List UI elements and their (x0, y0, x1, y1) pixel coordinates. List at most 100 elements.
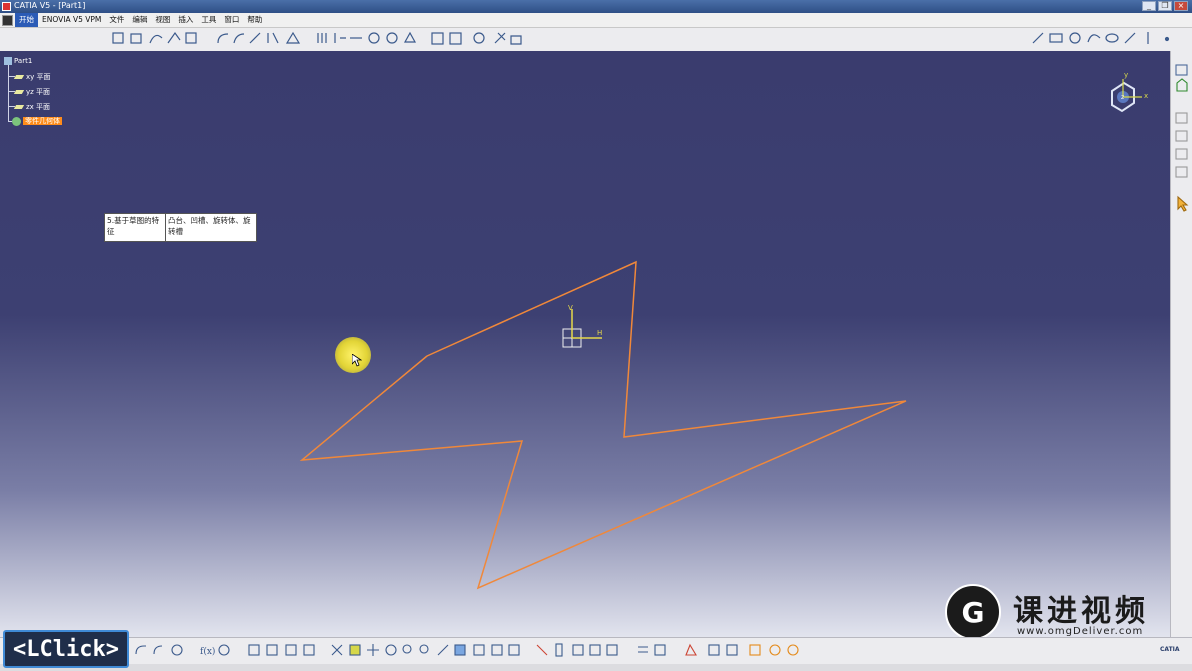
fix-icon[interactable] (334, 33, 346, 43)
help-icon[interactable] (171, 644, 183, 656)
measure-icon[interactable] (285, 644, 297, 656)
toolbar-icons (112, 31, 1170, 45)
grid-icon[interactable] (431, 32, 444, 45)
constraint-icon[interactable] (317, 33, 327, 43)
pad-icon[interactable] (1175, 112, 1188, 124)
search-icon[interactable] (589, 644, 601, 656)
pocket-icon[interactable] (1175, 130, 1188, 142)
v-axis-label: V (568, 304, 573, 312)
fit-all-icon[interactable] (349, 644, 361, 656)
rotate-view-icon[interactable] (385, 644, 397, 656)
options-icon[interactable] (769, 644, 781, 656)
select-arrow-icon[interactable] (1177, 195, 1189, 212)
compass-x-label: x (1144, 92, 1148, 100)
properties-icon[interactable] (572, 644, 584, 656)
fly-mode-icon[interactable] (331, 644, 343, 656)
formula-icon[interactable]: f(x) (200, 646, 215, 657)
sketch-solving-icon[interactable] (473, 32, 485, 44)
analysis-icon[interactable] (303, 644, 315, 656)
window-controls: _ ❐ × (1142, 1, 1188, 11)
comment-icon[interactable] (218, 644, 230, 656)
spline-tool-icon[interactable] (1087, 34, 1101, 43)
compass-y-label: y (1124, 71, 1128, 79)
sketch-icon[interactable] (1175, 64, 1188, 76)
shading-icon[interactable] (473, 644, 485, 656)
click-indicator-overlay: <LClick> (3, 630, 129, 668)
color-icon[interactable] (726, 644, 738, 656)
menu-start[interactable]: 开始 (15, 13, 38, 27)
catia-corner-logo: CATIA (1160, 646, 1180, 653)
h-axis-label: H (597, 329, 602, 337)
graphic-properties-icon[interactable] (708, 644, 720, 656)
sketch-axis: V H (562, 304, 602, 348)
close-button[interactable]: × (1174, 1, 1188, 11)
sketch-rect-icon[interactable] (1049, 33, 1063, 43)
sketch-profile[interactable] (299, 260, 907, 590)
menu-help[interactable]: 帮助 (243, 13, 266, 27)
inspect-icon[interactable] (606, 644, 618, 656)
catia-logo-icon (2, 14, 13, 26)
point-icon[interactable] (1164, 36, 1170, 42)
hide-show-icon[interactable] (491, 644, 503, 656)
circle-icon[interactable] (1069, 32, 1081, 44)
menu-insert[interactable]: 插入 (174, 13, 197, 27)
menu-edit[interactable]: 编辑 (128, 13, 151, 27)
menu-window[interactable]: 窗口 (220, 13, 243, 27)
apply-material-icon[interactable] (685, 643, 697, 656)
groove-icon[interactable] (1175, 166, 1188, 178)
ellipse-icon[interactable] (1105, 33, 1119, 43)
refresh-icon[interactable] (787, 644, 799, 656)
title-bar: CATIA V5 - [Part1] _ ❐ × (0, 0, 1192, 13)
pan-icon[interactable] (367, 644, 379, 656)
mouse-cursor-icon (352, 354, 362, 367)
menu-tools[interactable]: 工具 (197, 13, 220, 27)
redo-icon[interactable] (153, 645, 163, 655)
layer-icon[interactable] (638, 646, 648, 653)
undo-icon[interactable] (135, 645, 146, 655)
snap-grid-icon[interactable] (449, 32, 462, 45)
visualization-icon[interactable] (494, 32, 506, 44)
normal-view-icon[interactable] (437, 644, 449, 656)
catalog-icon[interactable] (266, 644, 278, 656)
lightning-icon[interactable] (749, 644, 761, 656)
corner-icon[interactable] (217, 33, 229, 44)
conic-icon[interactable] (167, 31, 181, 44)
swap-space-icon[interactable] (508, 644, 520, 656)
menu-bar: 开始 ENOVIA V5 VPM 文件 编辑 视图 插入 工具 窗口 帮助 (0, 13, 1192, 28)
brand-url: www.omgDeliver.com (1017, 626, 1144, 637)
spline-icon[interactable] (149, 34, 163, 44)
table-icon[interactable] (248, 644, 260, 656)
menu-enovia[interactable]: ENOVIA V5 VPM (38, 13, 105, 27)
sketch-canvas[interactable]: V H (0, 51, 1170, 637)
filter-icon[interactable] (654, 644, 666, 656)
constraint-display-icon[interactable] (536, 644, 548, 656)
rotate-icon[interactable] (368, 32, 380, 44)
zoom-in-icon[interactable] (402, 644, 412, 654)
zoom-out-icon[interactable] (419, 644, 429, 654)
line-icon[interactable] (1032, 32, 1044, 44)
move-icon[interactable] (386, 32, 398, 44)
restore-button[interactable]: ❐ (1158, 1, 1172, 11)
chamfer-icon[interactable] (233, 33, 245, 44)
tree-toggle-icon[interactable] (555, 643, 563, 657)
menu-view[interactable]: 视图 (151, 13, 174, 27)
axis-icon[interactable] (185, 32, 197, 44)
right-toolbar-icons (1175, 64, 1189, 212)
project-icon[interactable] (285, 31, 301, 44)
cutting-icon[interactable] (510, 35, 522, 45)
minimize-button[interactable]: _ (1142, 1, 1156, 11)
iso-view-icon[interactable] (454, 644, 466, 656)
menu-file[interactable]: 文件 (105, 13, 128, 27)
trim-icon[interactable] (249, 32, 261, 44)
line-tool-icon[interactable] (1124, 32, 1136, 44)
profile-icon[interactable] (112, 32, 124, 44)
brand-name: 课进视频 (1013, 594, 1149, 629)
exit-workbench-icon[interactable] (1176, 78, 1188, 92)
animate-icon[interactable] (403, 31, 417, 43)
compass-icon[interactable]: y x z (1100, 71, 1150, 121)
brand-watermark: G 课进视频 www.omgDeliver.com (945, 582, 1165, 637)
mirror-icon[interactable] (267, 32, 279, 44)
shaft-icon[interactable] (1175, 148, 1188, 160)
3d-viewport[interactable]: Part1 xy 平面 yz 平面 zx 平面 零件几何体 5.基于草图的特征 … (0, 51, 1170, 637)
rectangle-icon[interactable] (130, 33, 142, 44)
